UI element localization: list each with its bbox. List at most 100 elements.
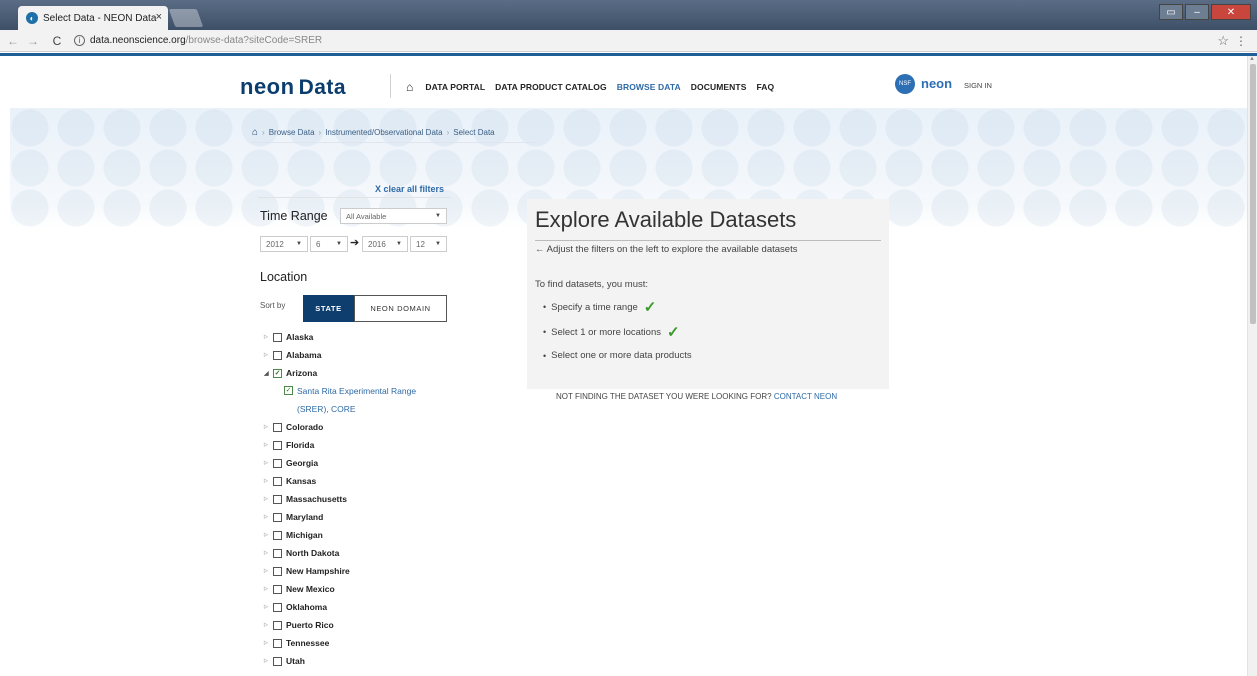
expand-arrow-icon[interactable]: ▷	[264, 478, 273, 484]
checkbox[interactable]	[273, 602, 282, 612]
close-window-icon[interactable]: ✕	[1211, 4, 1251, 20]
checkbox[interactable]	[273, 584, 282, 594]
collapse-arrow-icon[interactable]: ◢	[264, 370, 273, 377]
expand-arrow-icon[interactable]: ▷	[264, 568, 273, 574]
nav-data-portal[interactable]: DATA PORTAL	[425, 82, 485, 92]
logo-data-text: Data	[298, 76, 347, 99]
tree-item-north-dakota[interactable]: ▷ North Dakota	[264, 544, 454, 562]
scroll-up-arrow-icon[interactable]: ▲	[1249, 56, 1255, 62]
nav-data-product-catalog[interactable]: DATA PRODUCT CATALOG	[495, 82, 607, 92]
tree-item-georgia[interactable]: ▷ Georgia	[264, 454, 454, 472]
checkbox-checked[interactable]: ✓	[273, 368, 282, 378]
tree-item-michigan[interactable]: ▷ Michigan	[264, 526, 454, 544]
checkbox[interactable]	[273, 656, 282, 666]
sign-in-link[interactable]: SIGN IN	[964, 81, 992, 90]
expand-arrow-icon[interactable]: ▷	[264, 550, 273, 556]
breadcrumb-instrumented-observational[interactable]: Instrumented/Observational Data	[325, 128, 442, 137]
url-field[interactable]: i data.neonscience.org/browse-data?siteC…	[74, 35, 322, 46]
breadcrumb-home-icon[interactable]: ⌂	[252, 127, 258, 138]
nav-documents[interactable]: DOCUMENTS	[691, 82, 747, 92]
tree-item-tennessee[interactable]: ▷ Tennessee	[264, 634, 454, 652]
restore-window-icon[interactable]: ▭	[1159, 4, 1183, 20]
home-icon[interactable]: ⌂	[406, 80, 413, 94]
tree-item-label: Utah	[286, 656, 305, 666]
tree-item-new-hampshire[interactable]: ▷ New Hampshire	[264, 562, 454, 580]
tree-item-label: Michigan	[286, 530, 323, 540]
sort-state-button[interactable]: STATE	[303, 295, 354, 322]
tree-item-colorado[interactable]: ▷ Colorado	[264, 418, 454, 436]
start-month-value: 6	[316, 239, 321, 249]
site-item-srer[interactable]: ✓ Santa Rita Experimental Range (SRER), C…	[264, 382, 454, 418]
checkbox[interactable]	[273, 548, 282, 558]
requirement-time-range: • Specify a time range ✓	[543, 298, 656, 316]
expand-arrow-icon[interactable]: ▷	[264, 604, 273, 610]
checkbox[interactable]	[273, 458, 282, 468]
tree-item-massachusetts[interactable]: ▷ Massachusetts	[264, 490, 454, 508]
start-month-select[interactable]: 6 ▼	[310, 236, 348, 252]
checkbox[interactable]	[273, 512, 282, 522]
end-month-select[interactable]: 12 ▼	[410, 236, 447, 252]
time-range-select[interactable]: All Available ▼	[340, 208, 447, 224]
expand-arrow-icon[interactable]: ▷	[264, 352, 273, 358]
page-scrollbar[interactable]: ▲	[1247, 56, 1257, 676]
checkbox[interactable]	[273, 422, 282, 432]
neon-small-logo[interactable]: neon	[921, 76, 952, 91]
checkbox[interactable]	[273, 530, 282, 540]
expand-arrow-icon[interactable]: ▷	[264, 622, 273, 628]
requirements-intro: To find datasets, you must:	[535, 279, 649, 290]
nav-faq[interactable]: FAQ	[756, 82, 774, 92]
checkbox[interactable]	[273, 620, 282, 630]
expand-arrow-icon[interactable]: ▷	[264, 424, 273, 430]
tree-item-alaska[interactable]: ▷ Alaska	[264, 328, 454, 346]
info-icon[interactable]: i	[74, 35, 85, 46]
clear-all-filters-link[interactable]: X clear all filters	[375, 184, 444, 194]
tree-item-utah[interactable]: ▷ Utah	[264, 652, 454, 670]
site-label[interactable]: Santa Rita Experimental Range (SRER), CO…	[297, 382, 447, 418]
expand-arrow-icon[interactable]: ▷	[264, 442, 273, 448]
expand-arrow-icon[interactable]: ▷	[264, 658, 273, 664]
tree-item-arizona[interactable]: ◢ ✓ Arizona	[264, 364, 454, 382]
tree-item-oklahoma[interactable]: ▷ Oklahoma	[264, 598, 454, 616]
browser-menu-icon[interactable]: ⋮	[1235, 34, 1247, 48]
checkbox[interactable]	[273, 440, 282, 450]
checkbox[interactable]	[273, 476, 282, 486]
new-tab-button[interactable]	[168, 9, 204, 27]
expand-arrow-icon[interactable]: ▷	[264, 514, 273, 520]
checkbox[interactable]	[273, 350, 282, 360]
bookmark-star-icon[interactable]: ☆	[1217, 33, 1229, 49]
expand-arrow-icon[interactable]: ▷	[264, 334, 273, 340]
tree-item-maryland[interactable]: ▷ Maryland	[264, 508, 454, 526]
tree-item-kansas[interactable]: ▷ Kansas	[264, 472, 454, 490]
neon-data-logo[interactable]: neon Data	[240, 74, 346, 100]
sort-neon-domain-button[interactable]: NEON DOMAIN	[354, 295, 447, 322]
back-arrow-icon[interactable]: ←	[6, 34, 20, 48]
expand-arrow-icon[interactable]: ▷	[264, 496, 273, 502]
tree-item-alabama[interactable]: ▷ Alabama	[264, 346, 454, 364]
nsf-logo-icon[interactable]: NSF	[895, 74, 915, 94]
tab-close-icon[interactable]: ×	[156, 11, 162, 23]
contact-neon-link[interactable]: CONTACT NEON	[774, 392, 837, 401]
checkbox-checked[interactable]: ✓	[284, 386, 293, 395]
checkbox[interactable]	[273, 566, 282, 576]
tree-item-florida[interactable]: ▷ Florida	[264, 436, 454, 454]
expand-arrow-icon[interactable]: ▷	[264, 640, 273, 646]
browser-tab[interactable]: ◐ Select Data - NEON Data ×	[18, 6, 168, 30]
tree-item-puerto-rico[interactable]: ▷ Puerto Rico	[264, 616, 454, 634]
breadcrumb-browse-data[interactable]: Browse Data	[269, 128, 315, 137]
checkbox[interactable]	[273, 332, 282, 342]
end-year-select[interactable]: 2016 ▼	[362, 236, 408, 252]
start-year-select[interactable]: 2012 ▼	[260, 236, 308, 252]
tree-item-new-mexico[interactable]: ▷ New Mexico	[264, 580, 454, 598]
minimize-window-icon[interactable]: –	[1185, 4, 1209, 20]
web-page: neon Data ⌂ DATA PORTAL DATA PRODUCT CATA…	[10, 56, 1247, 676]
browser-titlebar: ◐ Select Data - NEON Data × ▭ – ✕	[0, 0, 1257, 30]
checkbox[interactable]	[273, 638, 282, 648]
nav-browse-data[interactable]: BROWSE DATA	[617, 82, 681, 92]
reload-icon[interactable]: C	[50, 34, 64, 48]
forward-arrow-icon[interactable]: →	[26, 34, 40, 48]
expand-arrow-icon[interactable]: ▷	[264, 460, 273, 466]
checkbox[interactable]	[273, 494, 282, 504]
expand-arrow-icon[interactable]: ▷	[264, 532, 273, 538]
scrollbar-thumb[interactable]	[1250, 64, 1256, 324]
expand-arrow-icon[interactable]: ▷	[264, 586, 273, 592]
